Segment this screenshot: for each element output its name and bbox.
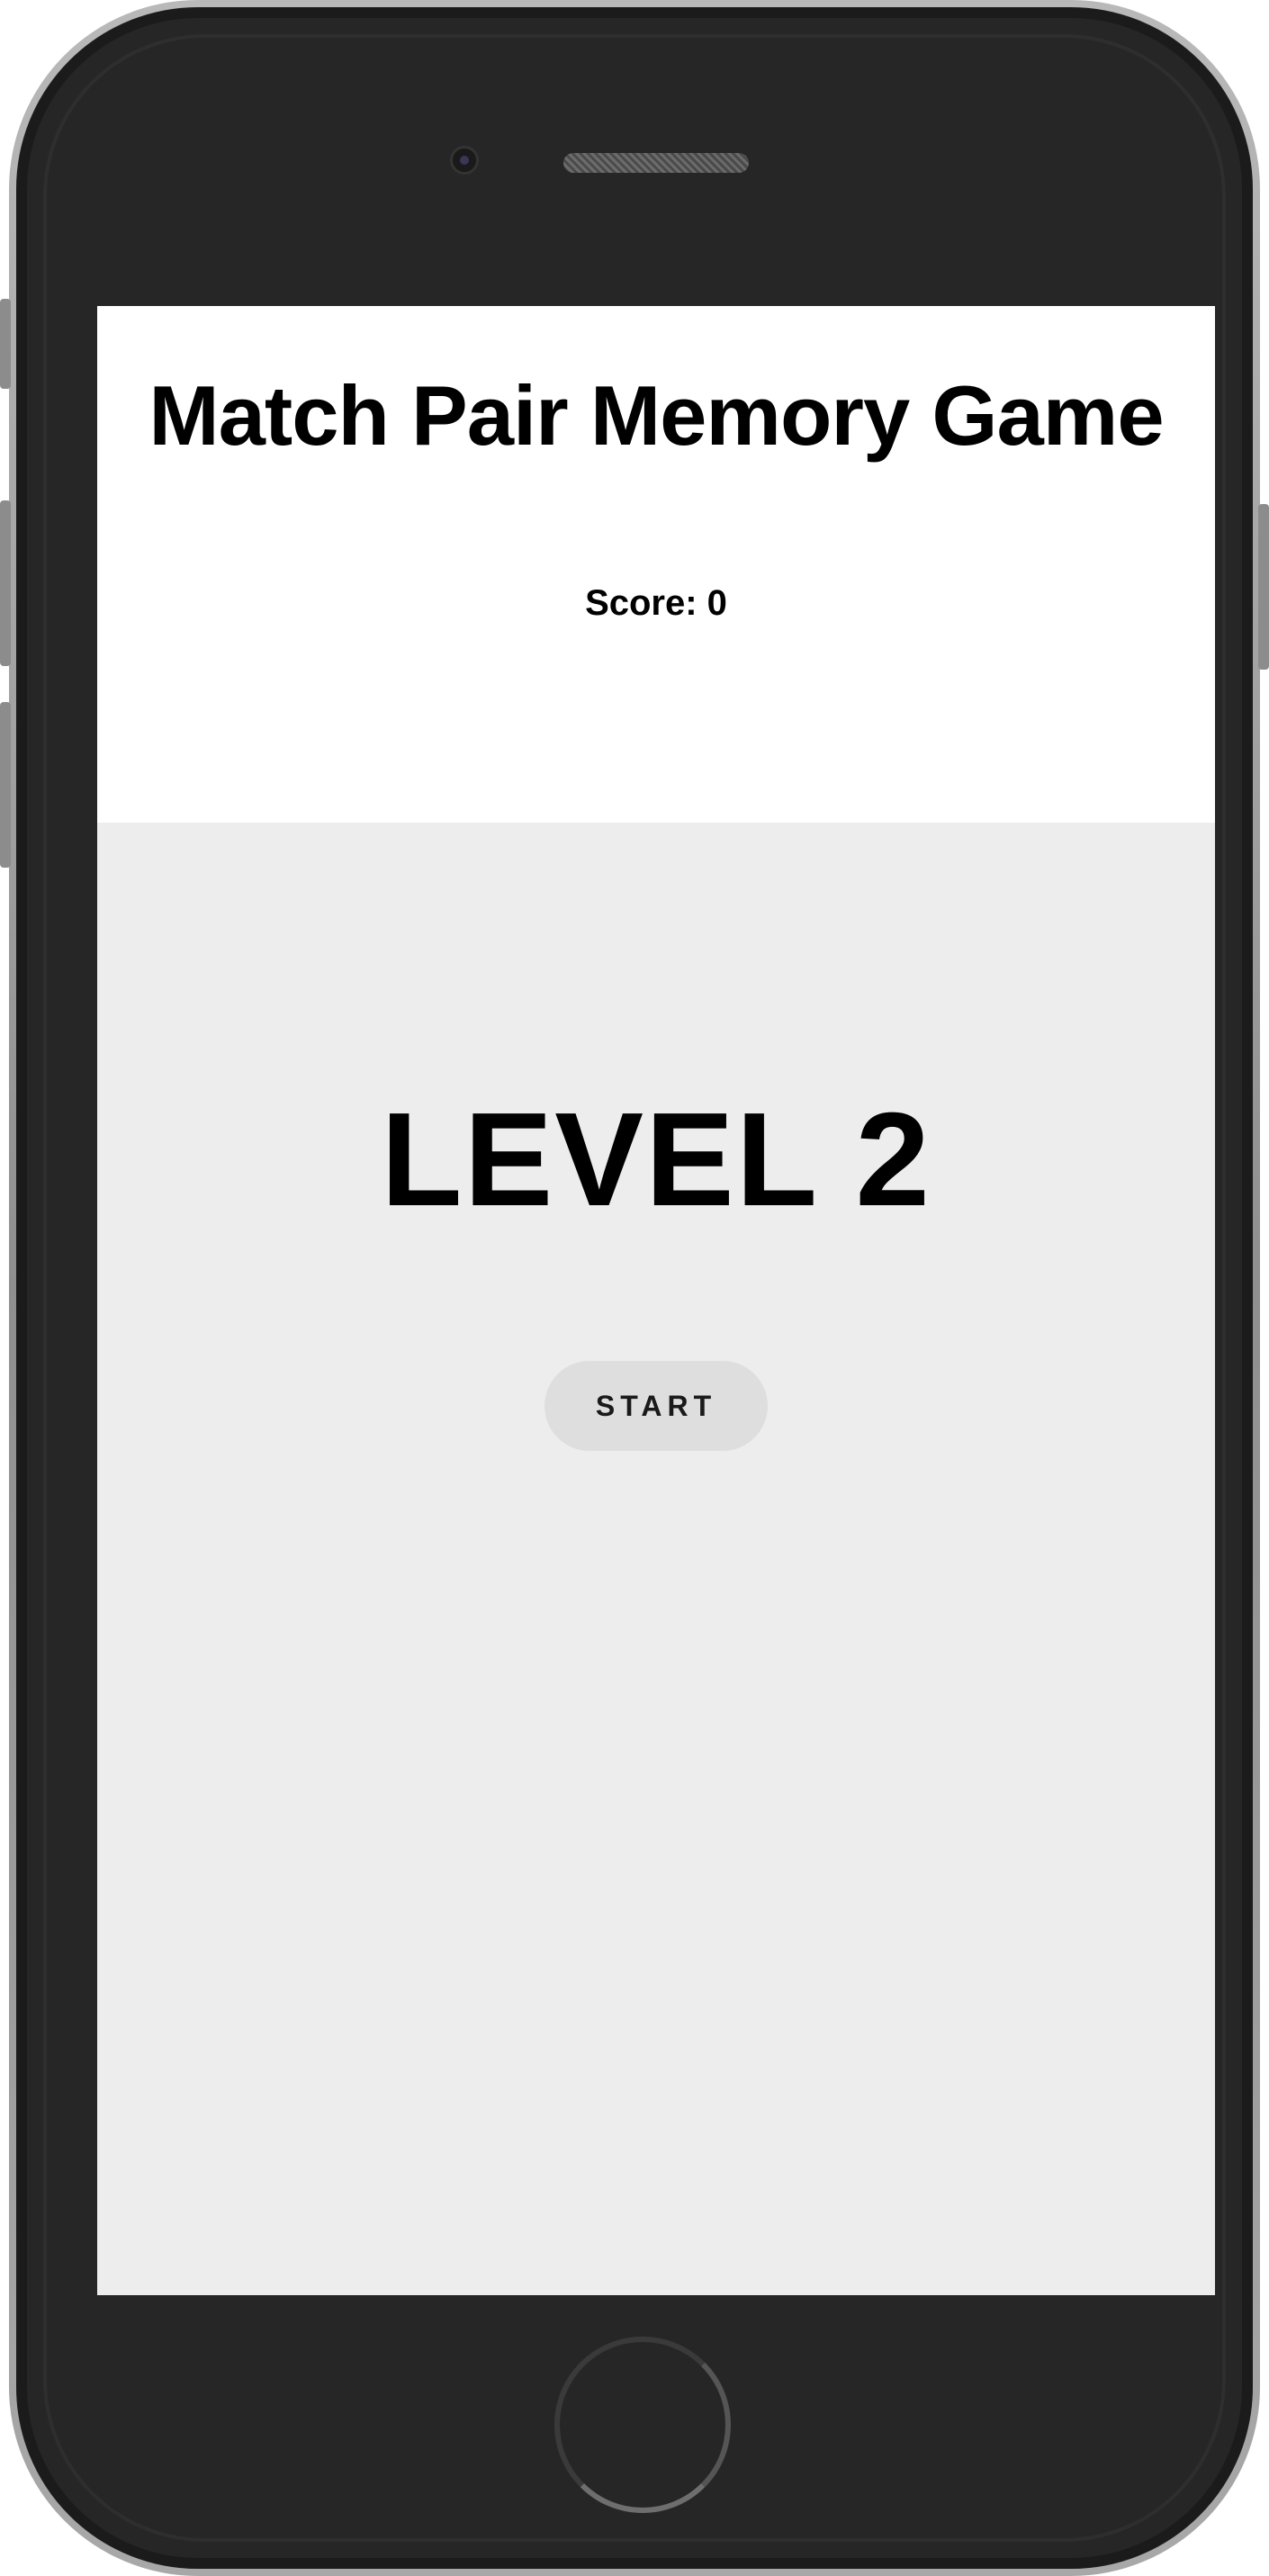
start-button[interactable]: START xyxy=(544,1361,768,1451)
power-button[interactable] xyxy=(1258,504,1269,670)
earpiece-speaker xyxy=(563,153,749,173)
game-board: LEVEL 2 START xyxy=(97,823,1215,2295)
home-button[interactable] xyxy=(554,2337,731,2513)
game-header: Match Pair Memory Game Score: 0 xyxy=(97,306,1215,823)
page-title: Match Pair Memory Game xyxy=(148,368,1164,463)
front-camera-icon xyxy=(450,146,479,175)
phone-screen: Match Pair Memory Game Score: 0 LEVEL 2 … xyxy=(97,306,1215,2295)
volume-down-button[interactable] xyxy=(0,702,11,868)
score-display: Score: 0 xyxy=(585,583,727,623)
phone-frame: Match Pair Memory Game Score: 0 LEVEL 2 … xyxy=(9,0,1260,2576)
mute-switch[interactable] xyxy=(0,299,11,389)
level-heading: LEVEL 2 xyxy=(381,1085,932,1234)
volume-up-button[interactable] xyxy=(0,500,11,666)
phone-body: Match Pair Memory Game Score: 0 LEVEL 2 … xyxy=(16,7,1253,2569)
